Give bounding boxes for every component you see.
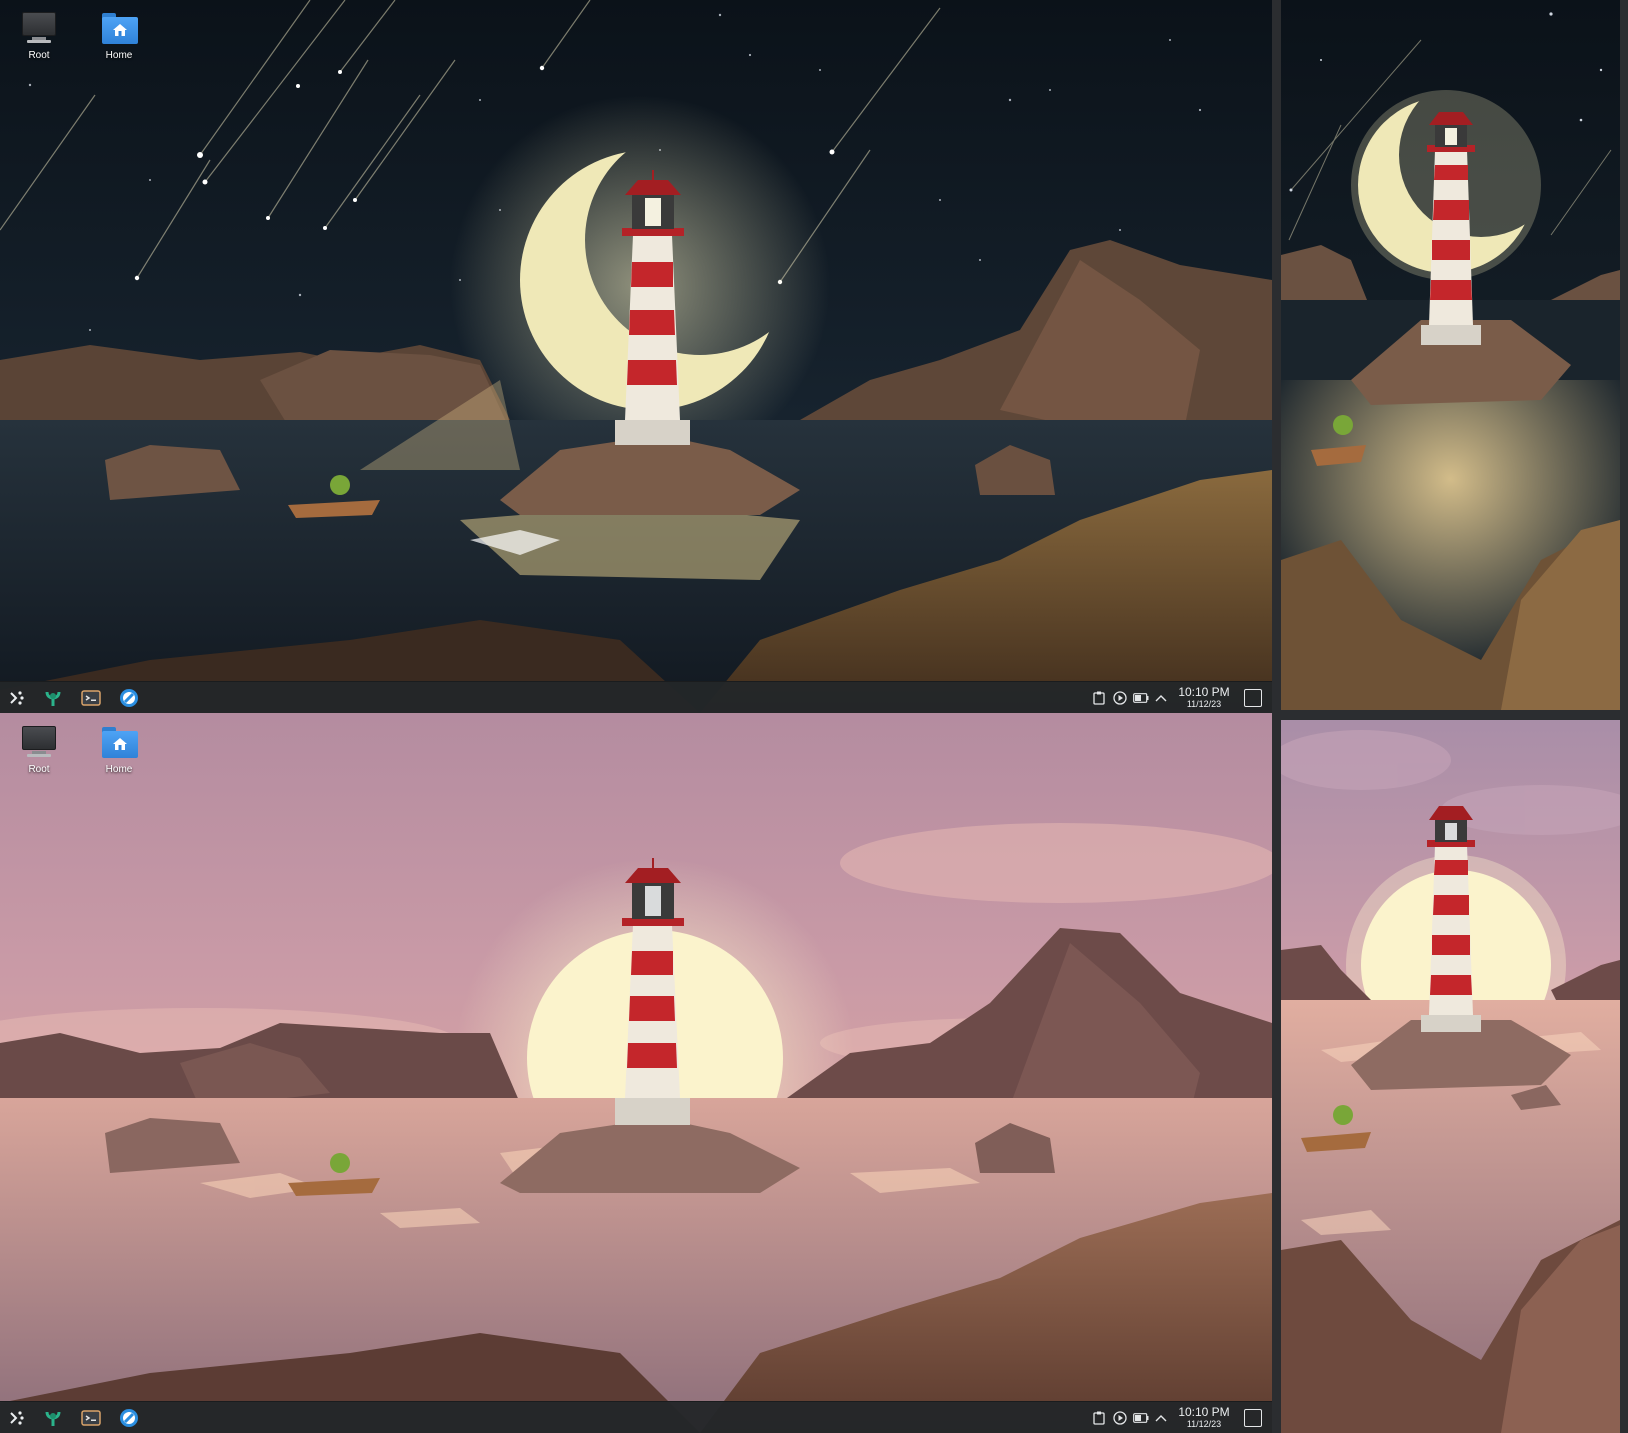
browser-icon[interactable] [117, 1407, 141, 1429]
clock-date: 11/12/23 [1186, 1419, 1222, 1429]
application-launcher-icon[interactable] [4, 1407, 28, 1429]
root-desktop-icon[interactable]: Root [6, 724, 72, 775]
taskbar: 10:10 PM 11/12/23 [0, 1401, 1272, 1433]
discover-icon[interactable] [41, 687, 65, 709]
root-label: Root [28, 764, 50, 775]
taskbar: 10:10 PM 11/12/23 [0, 681, 1272, 713]
clock-time: 10:10 PM [1178, 1405, 1230, 1419]
show-desktop-icon[interactable] [1244, 689, 1262, 707]
media-player-icon[interactable] [1112, 689, 1128, 707]
sunset-phone-wallpaper [1281, 720, 1620, 1433]
sunset-phone-screen [1281, 720, 1620, 1433]
application-launcher-icon[interactable] [4, 687, 28, 709]
night-phone-screen [1281, 0, 1620, 710]
sunset-wallpaper [0, 713, 1272, 1433]
media-player-icon[interactable] [1112, 1409, 1128, 1427]
home-folder-icon [100, 10, 138, 46]
home-desktop-icon[interactable]: Home [86, 724, 152, 775]
home-desktop-icon[interactable]: Home [86, 10, 152, 61]
konsole-icon[interactable] [79, 687, 103, 709]
computer-icon [20, 10, 58, 46]
clock-date: 11/12/23 [1186, 699, 1222, 709]
night-desktop-screen: Root Home 10:10 PM 11/12/23 [0, 0, 1272, 713]
battery-icon[interactable] [1133, 1409, 1149, 1427]
discover-icon[interactable] [41, 1407, 65, 1429]
clipboard-icon[interactable] [1091, 689, 1107, 707]
show-desktop-icon[interactable] [1244, 1409, 1262, 1427]
root-desktop-icon[interactable]: Root [6, 10, 72, 61]
konsole-icon[interactable] [79, 1407, 103, 1429]
digital-clock[interactable]: 10:10 PM 11/12/23 [1173, 1405, 1235, 1430]
root-label: Root [28, 50, 50, 61]
show-hidden-arrow-icon[interactable] [1153, 1409, 1169, 1427]
computer-icon [20, 724, 58, 760]
home-label: Home [105, 50, 133, 61]
browser-icon[interactable] [117, 687, 141, 709]
clock-time: 10:10 PM [1178, 685, 1230, 699]
home-folder-icon [100, 724, 138, 760]
night-phone-wallpaper [1281, 0, 1620, 710]
clipboard-icon[interactable] [1091, 1409, 1107, 1427]
show-hidden-arrow-icon[interactable] [1153, 689, 1169, 707]
sunset-desktop-screen: Root Home 10:10 PM 11/12/23 [0, 713, 1272, 1433]
battery-icon[interactable] [1133, 689, 1149, 707]
digital-clock[interactable]: 10:10 PM 11/12/23 [1173, 685, 1235, 710]
night-wallpaper [0, 0, 1272, 713]
home-label: Home [105, 764, 133, 775]
